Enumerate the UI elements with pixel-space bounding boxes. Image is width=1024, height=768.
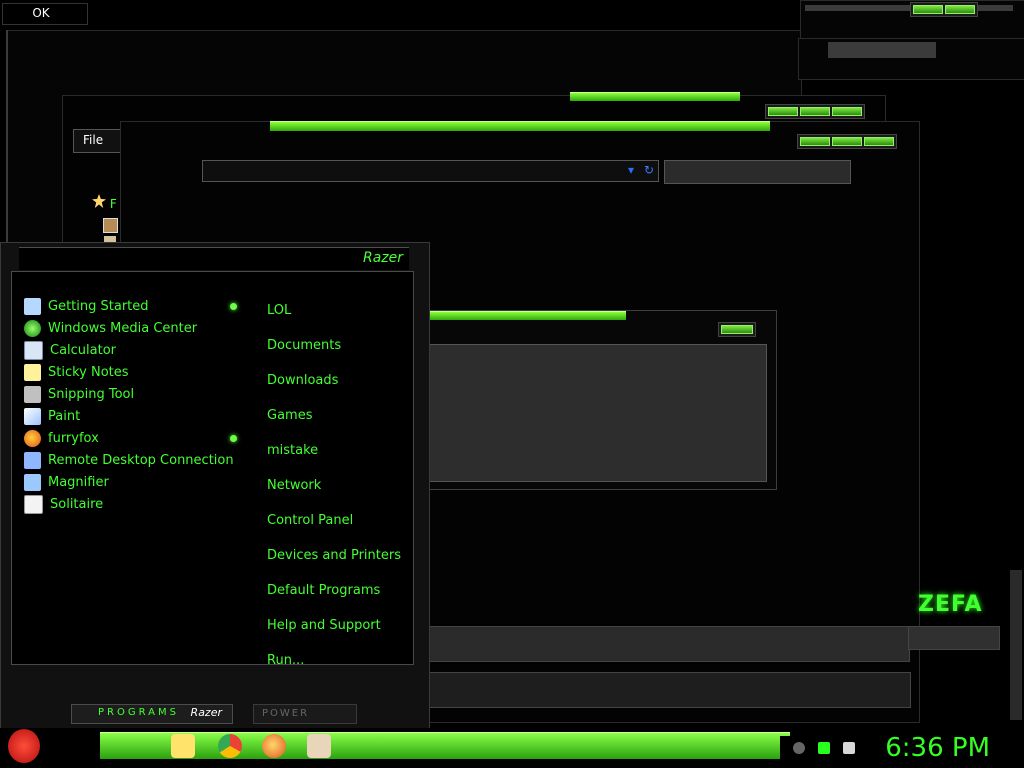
submenu-arrow-icon xyxy=(230,434,237,442)
furryfox-icon xyxy=(24,429,41,447)
inner-dialog-body xyxy=(428,344,767,482)
link-mistake[interactable]: mistake xyxy=(267,441,401,461)
submenu-arrow-icon xyxy=(230,302,237,310)
link-run[interactable]: Run... xyxy=(267,651,401,671)
snipping-tool-icon xyxy=(24,385,41,403)
menu-item-snipping-tool[interactable]: Snipping Tool xyxy=(24,383,249,405)
favorites-label: F xyxy=(109,197,117,211)
inner-dialog-controls[interactable] xyxy=(718,322,756,337)
bluetooth-icon[interactable] xyxy=(793,742,805,754)
top-right-titlebar xyxy=(805,5,1013,11)
volume-icon[interactable] xyxy=(843,742,855,754)
menu-item-sticky-notes[interactable]: Sticky Notes xyxy=(24,361,249,383)
top-right-window-controls[interactable] xyxy=(910,2,978,17)
chrome-icon[interactable] xyxy=(218,734,242,758)
address-bar[interactable]: ▾ ↻ xyxy=(202,160,659,182)
status-bar-right xyxy=(908,626,1000,650)
razer-logo-watermark: ZEFA xyxy=(918,592,983,617)
remote-desktop-icon xyxy=(24,451,41,469)
magnifier-icon xyxy=(24,473,41,491)
menu-item-windows-media-center[interactable]: Windows Media Center xyxy=(24,317,249,339)
calculator-icon xyxy=(24,340,43,360)
menu-item-furryfox[interactable]: furryfox xyxy=(24,427,249,449)
link-control-panel[interactable]: Control Panel xyxy=(267,511,401,531)
file-menu[interactable]: File xyxy=(83,133,103,147)
menu-item-remote-desktop[interactable]: Remote Desktop Connection xyxy=(24,449,249,471)
refresh-icon[interactable]: ↻ xyxy=(644,163,654,177)
start-menu-right-links: LOL Documents Downloads Games mistake Ne… xyxy=(267,301,401,671)
link-downloads[interactable]: Downloads xyxy=(267,371,401,391)
programs-bar[interactable]: PROGRAMS Razer xyxy=(71,704,233,724)
link-network[interactable]: Network xyxy=(267,476,401,496)
link-games[interactable]: Games xyxy=(267,406,401,426)
getting-started-icon xyxy=(24,297,41,315)
link-help-and-support[interactable]: Help and Support xyxy=(267,616,401,636)
game-controller-icon[interactable] xyxy=(307,734,331,758)
search-box[interactable] xyxy=(664,160,851,184)
link-documents[interactable]: Documents xyxy=(267,336,401,356)
side-scroll-strip xyxy=(1010,570,1022,720)
secondary-window-bar xyxy=(828,42,936,58)
power-button[interactable]: POWER xyxy=(253,704,357,724)
firefox-icon[interactable] xyxy=(262,734,286,758)
sticky-notes-icon xyxy=(24,363,41,381)
explorer-green-titlebar xyxy=(570,92,740,101)
address-dropdown-icon[interactable]: ▾ xyxy=(628,163,634,177)
start-menu: Razer Getting Started Windows Media Cent… xyxy=(0,242,430,730)
ok-button[interactable]: OK xyxy=(2,3,88,25)
library-icon xyxy=(103,218,118,233)
paint-icon xyxy=(24,407,41,425)
folder-icon[interactable] xyxy=(171,734,195,758)
angry-bird-icon[interactable] xyxy=(8,729,40,763)
menu-item-magnifier[interactable]: Magnifier xyxy=(24,471,249,493)
sidebar-favorites[interactable]: F xyxy=(92,194,120,212)
link-lol[interactable]: LOL xyxy=(267,301,401,321)
programs-razer-label: Razer xyxy=(190,706,222,719)
front-window-controls[interactable] xyxy=(797,134,897,149)
taskbar: 6:36 PM xyxy=(0,728,1024,768)
power-label: POWER xyxy=(262,708,310,719)
lower-bar xyxy=(428,672,911,708)
status-bar xyxy=(428,626,910,662)
link-default-programs[interactable]: Default Programs xyxy=(267,581,401,601)
clock[interactable]: 6:36 PM xyxy=(885,733,990,763)
inner-dialog-green-titlebar xyxy=(428,311,626,320)
menu-item-solitaire[interactable]: Solitaire xyxy=(24,493,249,515)
razer-brand: Razer xyxy=(362,250,403,266)
ok-label: OK xyxy=(32,6,50,20)
menu-item-getting-started[interactable]: Getting Started xyxy=(24,295,249,317)
program-list: Getting Started Windows Media Center Cal… xyxy=(24,295,249,515)
star-icon xyxy=(92,194,106,208)
explorer-window-controls[interactable] xyxy=(765,104,865,119)
menu-item-paint[interactable]: Paint xyxy=(24,405,249,427)
start-menu-header: Razer xyxy=(19,247,409,270)
windows-media-center-icon xyxy=(24,319,41,337)
taskbar-green-band xyxy=(100,732,790,759)
solitaire-icon xyxy=(24,494,43,514)
link-devices-and-printers[interactable]: Devices and Printers xyxy=(267,546,401,566)
menu-item-calculator[interactable]: Calculator xyxy=(24,339,249,361)
programs-label: PROGRAMS xyxy=(98,707,179,718)
front-window-green-titlebar xyxy=(270,121,770,131)
network-icon[interactable] xyxy=(818,742,830,754)
